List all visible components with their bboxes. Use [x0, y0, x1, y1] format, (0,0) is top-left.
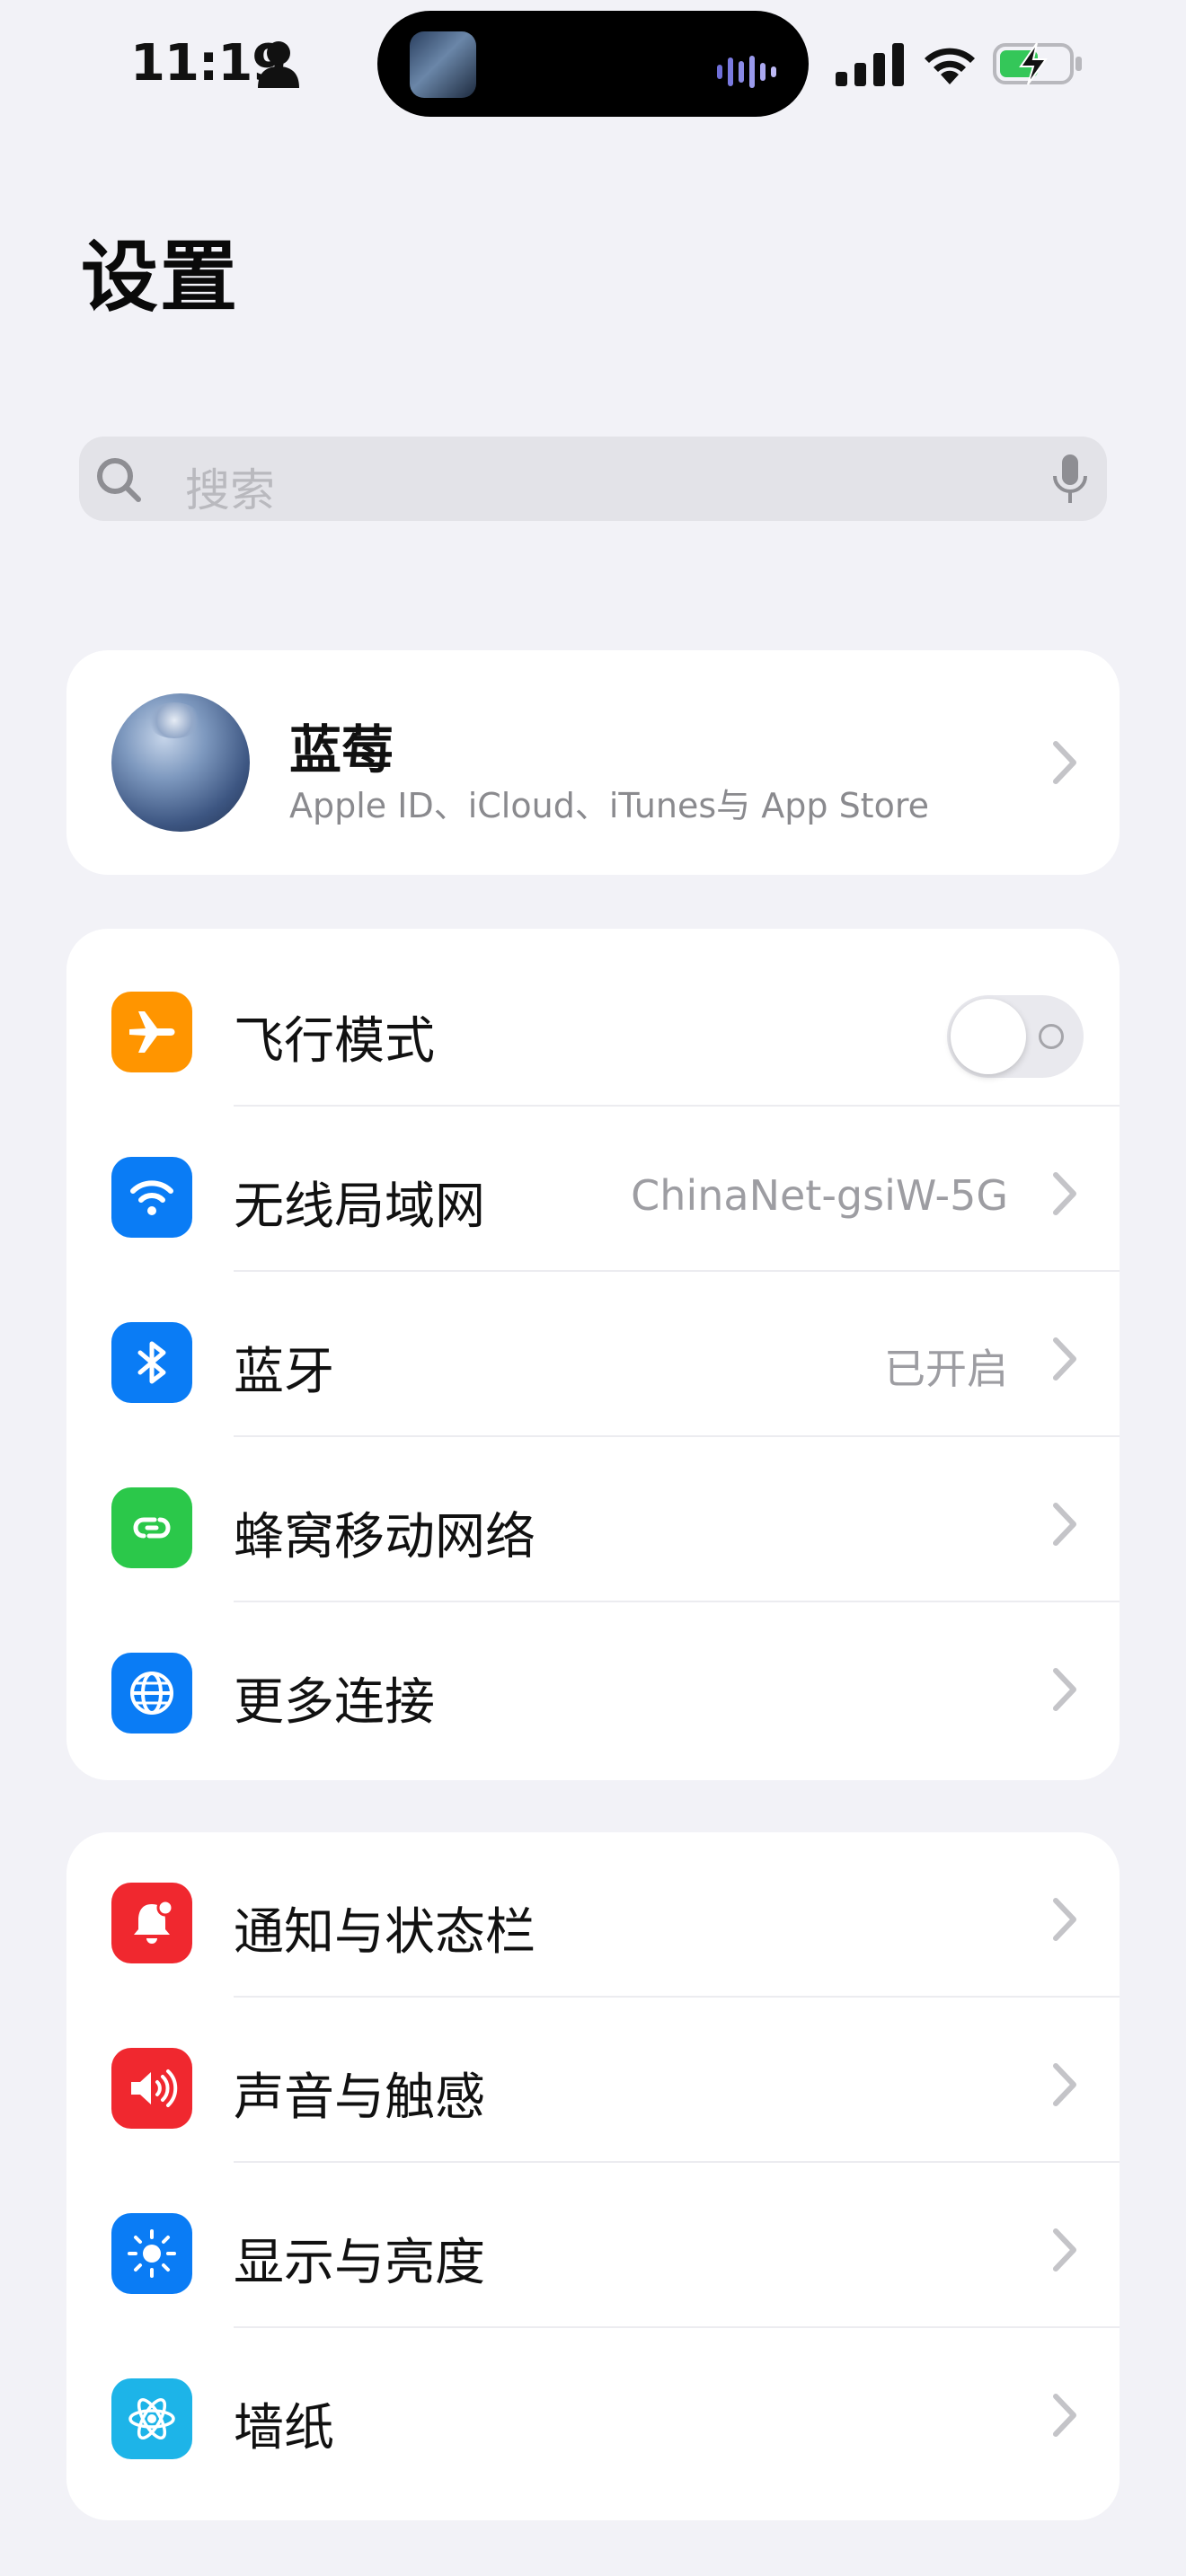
network-settings-group: 飞行模式 无线局域网 ChinaNet-gsiW-5G 蓝牙 已开启 蜂窝移动网…: [66, 929, 1120, 1780]
chevron-right-icon: [1053, 1172, 1076, 1215]
settings-row-label: 声音与触感: [234, 2069, 485, 2127]
avatar: [111, 693, 250, 832]
settings-row-bluetooth[interactable]: 蓝牙 已开启: [66, 1272, 1120, 1437]
settings-row-notifications[interactable]: 通知与状态栏: [66, 1832, 1120, 1998]
person-icon: [258, 41, 299, 88]
sun-icon: [111, 2213, 192, 2294]
now-playing-artwork: [410, 31, 476, 98]
wlan-network-name: ChinaNet-gsiW-5G: [631, 1171, 1008, 1220]
settings-row-display[interactable]: 显示与亮度: [66, 2163, 1120, 2328]
page-title: 设置: [81, 233, 239, 322]
chevron-right-icon: [1053, 741, 1076, 784]
profile-card[interactable]: 蓝莓 Apple ID、iCloud、iTunes与 App Store: [66, 650, 1120, 875]
wifi-status-icon: [925, 48, 975, 84]
settings-row-label: 更多连接: [234, 1673, 435, 1732]
atom-icon: [111, 2378, 192, 2459]
settings-row-label: 蓝牙: [234, 1343, 334, 1401]
settings-row-cellular[interactable]: 蜂窝移动网络: [66, 1437, 1120, 1602]
speaker-icon: [111, 2048, 192, 2129]
search-placeholder: 搜索: [185, 464, 275, 516]
settings-row-wallpaper[interactable]: 墙纸: [66, 2328, 1120, 2493]
settings-row-sound[interactable]: 声音与触感: [66, 1998, 1120, 2163]
chevron-right-icon: [1053, 1503, 1076, 1546]
search-icon: [97, 458, 141, 502]
chevron-right-icon: [1053, 1898, 1076, 1941]
settings-row-label: 蜂窝移动网络: [234, 1508, 535, 1566]
dynamic-island[interactable]: [377, 11, 809, 117]
settings-row-label: 无线局域网: [234, 1178, 485, 1236]
globe-icon: [111, 1653, 192, 1734]
settings-row-label: 墙纸: [234, 2399, 334, 2457]
settings-row-label: 通知与状态栏: [234, 1903, 535, 1962]
status-bar: 11:19: [0, 0, 1186, 126]
settings-row-airplane-mode[interactable]: 飞行模式: [66, 941, 1120, 1107]
audio-waveform-icon: [717, 56, 776, 88]
profile-name: 蓝莓: [289, 719, 394, 781]
bluetooth-icon: [111, 1322, 192, 1403]
microphone-icon[interactable]: [1048, 451, 1093, 508]
bell-icon: [111, 1883, 192, 1963]
chevron-right-icon: [1053, 2394, 1076, 2437]
battery-charging-icon: [993, 42, 1082, 85]
chevron-right-icon: [1053, 2228, 1076, 2272]
settings-row-more-connections[interactable]: 更多连接: [66, 1602, 1120, 1768]
wifi-icon: [111, 1157, 192, 1238]
bluetooth-status: 已开启: [884, 1345, 1008, 1393]
chevron-right-icon: [1053, 1337, 1076, 1381]
airplane-mode-toggle[interactable]: [947, 995, 1084, 1078]
settings-row-label: 飞行模式: [234, 1012, 435, 1071]
search-field[interactable]: 搜索: [79, 437, 1107, 521]
cellular-icon: [111, 1487, 192, 1568]
cellular-signal-icon: [836, 43, 904, 86]
toggle-off-indicator: [1039, 1024, 1064, 1049]
chevron-right-icon: [1053, 2063, 1076, 2106]
profile-subtitle: Apple ID、iCloud、iTunes与 App Store: [289, 786, 929, 825]
settings-row-wlan[interactable]: 无线局域网 ChinaNet-gsiW-5G: [66, 1107, 1120, 1272]
toggle-knob: [951, 999, 1026, 1074]
chevron-right-icon: [1053, 1668, 1076, 1711]
airplane-icon: [111, 992, 192, 1072]
system-settings-group: 通知与状态栏 声音与触感 显示与亮度 墙纸: [66, 1832, 1120, 2520]
settings-row-label: 显示与亮度: [234, 2234, 485, 2292]
